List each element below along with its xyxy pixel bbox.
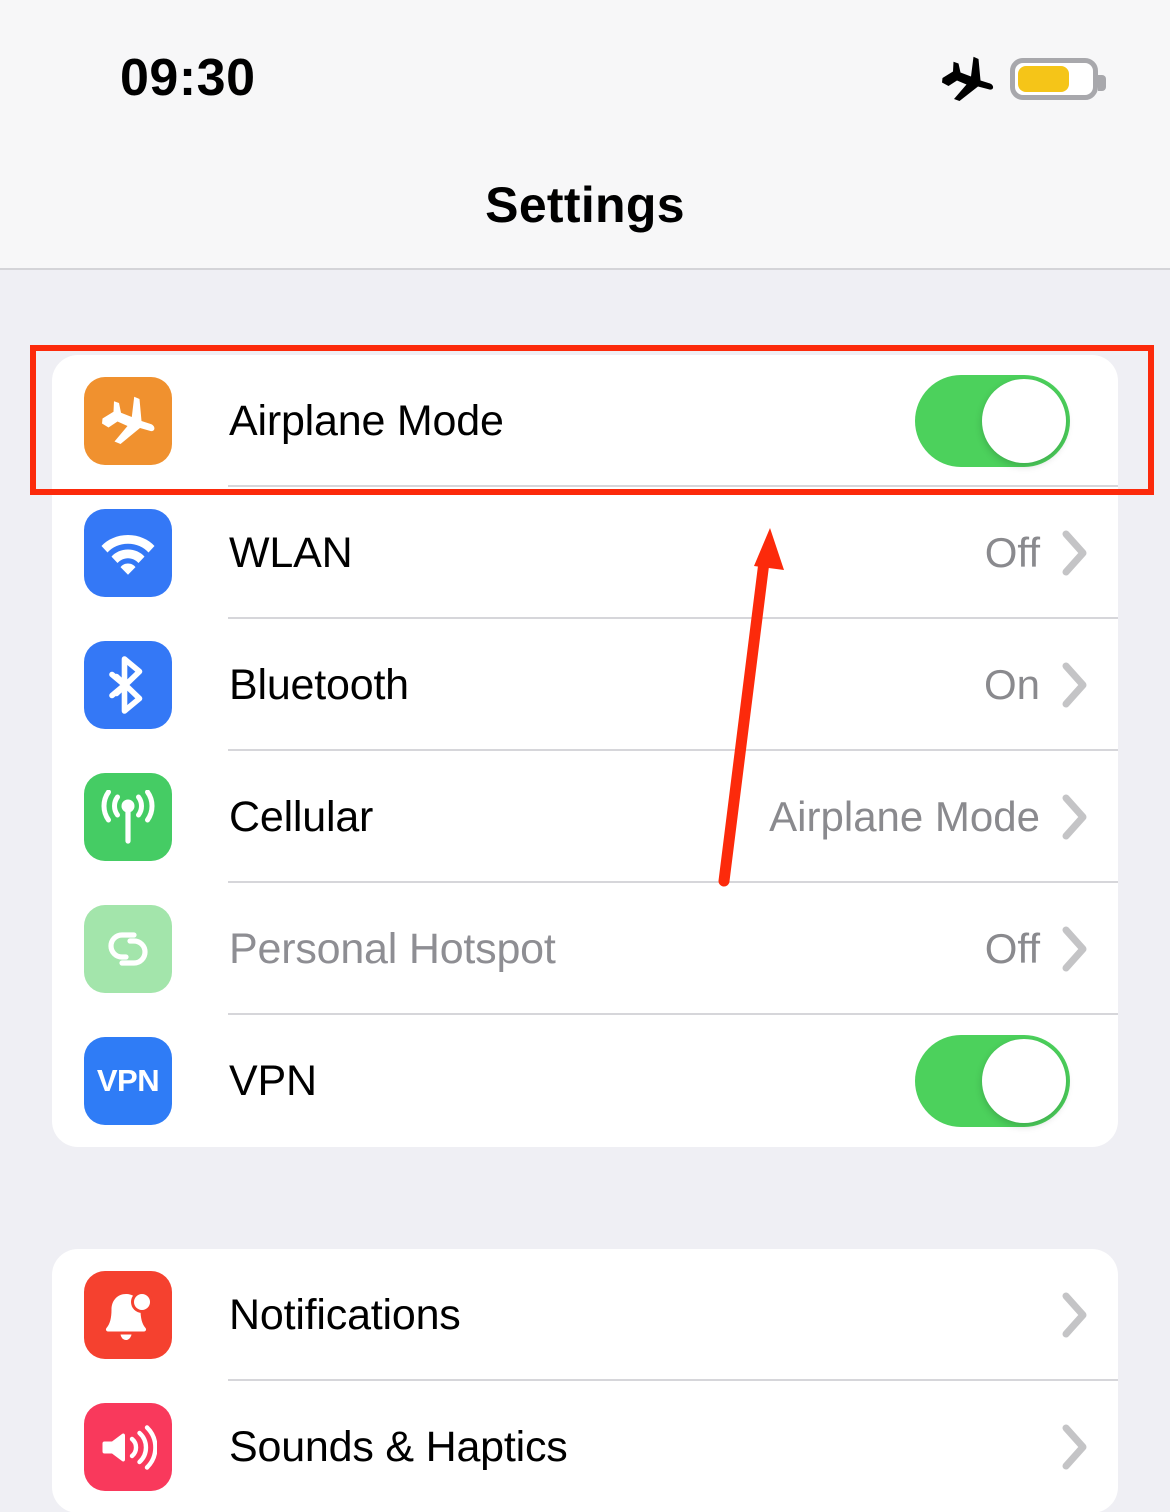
settings-row-accessory: [915, 1035, 1088, 1127]
speaker-wave-glyph: [102, 1425, 157, 1470]
navigation-header: 09:30 Settings: [0, 0, 1170, 270]
settings-row-label: WLAN: [229, 528, 353, 577]
settings-row-accessory: [915, 375, 1088, 467]
status-bar-indicators: [940, 50, 1106, 108]
vpn-icon: VPN: [84, 1037, 172, 1125]
speaker-wave-icon: [84, 1403, 172, 1491]
personal-hotspot-glyph: [108, 932, 148, 966]
settings-row-vpn[interactable]: VPN VPN: [52, 1015, 1118, 1147]
page-title: Settings: [485, 177, 685, 233]
settings-row-cellular[interactable]: Cellular Airplane Mode: [52, 751, 1118, 883]
settings-row-value: On: [983, 661, 1040, 708]
airplane-glyph: [102, 396, 155, 444]
settings-row-wlan[interactable]: WLAN Off: [52, 487, 1118, 619]
status-bar: 09:30: [0, 0, 1170, 150]
airplane-icon: [942, 56, 994, 101]
settings-row-label: Airplane Mode: [229, 396, 504, 445]
wifi-icon: [84, 509, 172, 597]
airplane-icon: [84, 377, 172, 465]
vpn-toggle[interactable]: [915, 1035, 1070, 1127]
vpn-icon-label: VPN: [96, 1063, 160, 1098]
bluetooth-icon: [84, 641, 172, 729]
cellular-antenna-glyph: [101, 790, 155, 844]
settings-row-accessory: On: [984, 661, 1088, 709]
settings-row-bluetooth[interactable]: Bluetooth On: [52, 619, 1118, 751]
settings-group-connectivity: Airplane Mode WLAN Off Bluetooth On Cell…: [52, 355, 1118, 1147]
battery-fill-level: [1018, 66, 1070, 92]
status-bar-clock: 09:30: [120, 49, 256, 107]
settings-row-label: Cellular: [229, 792, 374, 841]
chevron-right-icon: [1062, 662, 1087, 708]
settings-row-accessory: [1040, 1424, 1088, 1470]
settings-screen: 09:30 Settings Airplane Mode WLAN Off Bl…: [0, 0, 1170, 1512]
settings-row-value: Airplane Mode: [769, 793, 1040, 840]
wifi-glyph: [101, 535, 155, 575]
cellular-antenna-icon: [84, 773, 172, 861]
bluetooth-glyph: [109, 656, 143, 714]
chevron-right-icon: [1062, 794, 1087, 840]
personal-hotspot-icon: [84, 905, 172, 993]
toggle-knob: [982, 1039, 1066, 1123]
settings-row-notifications[interactable]: Notifications: [52, 1249, 1118, 1381]
settings-row-accessory: Off: [985, 529, 1088, 577]
settings-group-alerts: Notifications Sounds & Haptics: [52, 1249, 1118, 1512]
settings-row-label: Personal Hotspot: [229, 924, 556, 973]
settings-row-label: Sounds & Haptics: [229, 1422, 568, 1471]
settings-row-label: Bluetooth: [229, 660, 409, 709]
chevron-right-icon: [1062, 1292, 1087, 1338]
settings-row-sounds-haptics[interactable]: Sounds & Haptics: [52, 1381, 1118, 1512]
settings-row-personal-hotspot[interactable]: Personal Hotspot Off: [52, 883, 1118, 1015]
chevron-right-icon: [1062, 926, 1087, 972]
settings-row-value: Off: [984, 529, 1040, 576]
settings-row-accessory: Airplane Mode: [769, 793, 1088, 841]
toggle-knob: [982, 379, 1066, 463]
bell-glyph: [105, 1291, 153, 1340]
settings-row-value: Off: [984, 925, 1040, 972]
settings-row-label: VPN: [229, 1056, 317, 1105]
bell-icon: [84, 1271, 172, 1359]
airplane-mode-toggle[interactable]: [915, 375, 1070, 467]
chevron-right-icon: [1062, 1424, 1087, 1470]
settings-row-accessory: Off: [985, 925, 1088, 973]
settings-row-label: Notifications: [229, 1290, 461, 1339]
battery-icon: [1010, 58, 1106, 100]
settings-row-airplane-mode[interactable]: Airplane Mode: [52, 355, 1118, 487]
chevron-right-icon: [1062, 530, 1087, 576]
settings-row-accessory: [1040, 1292, 1088, 1338]
